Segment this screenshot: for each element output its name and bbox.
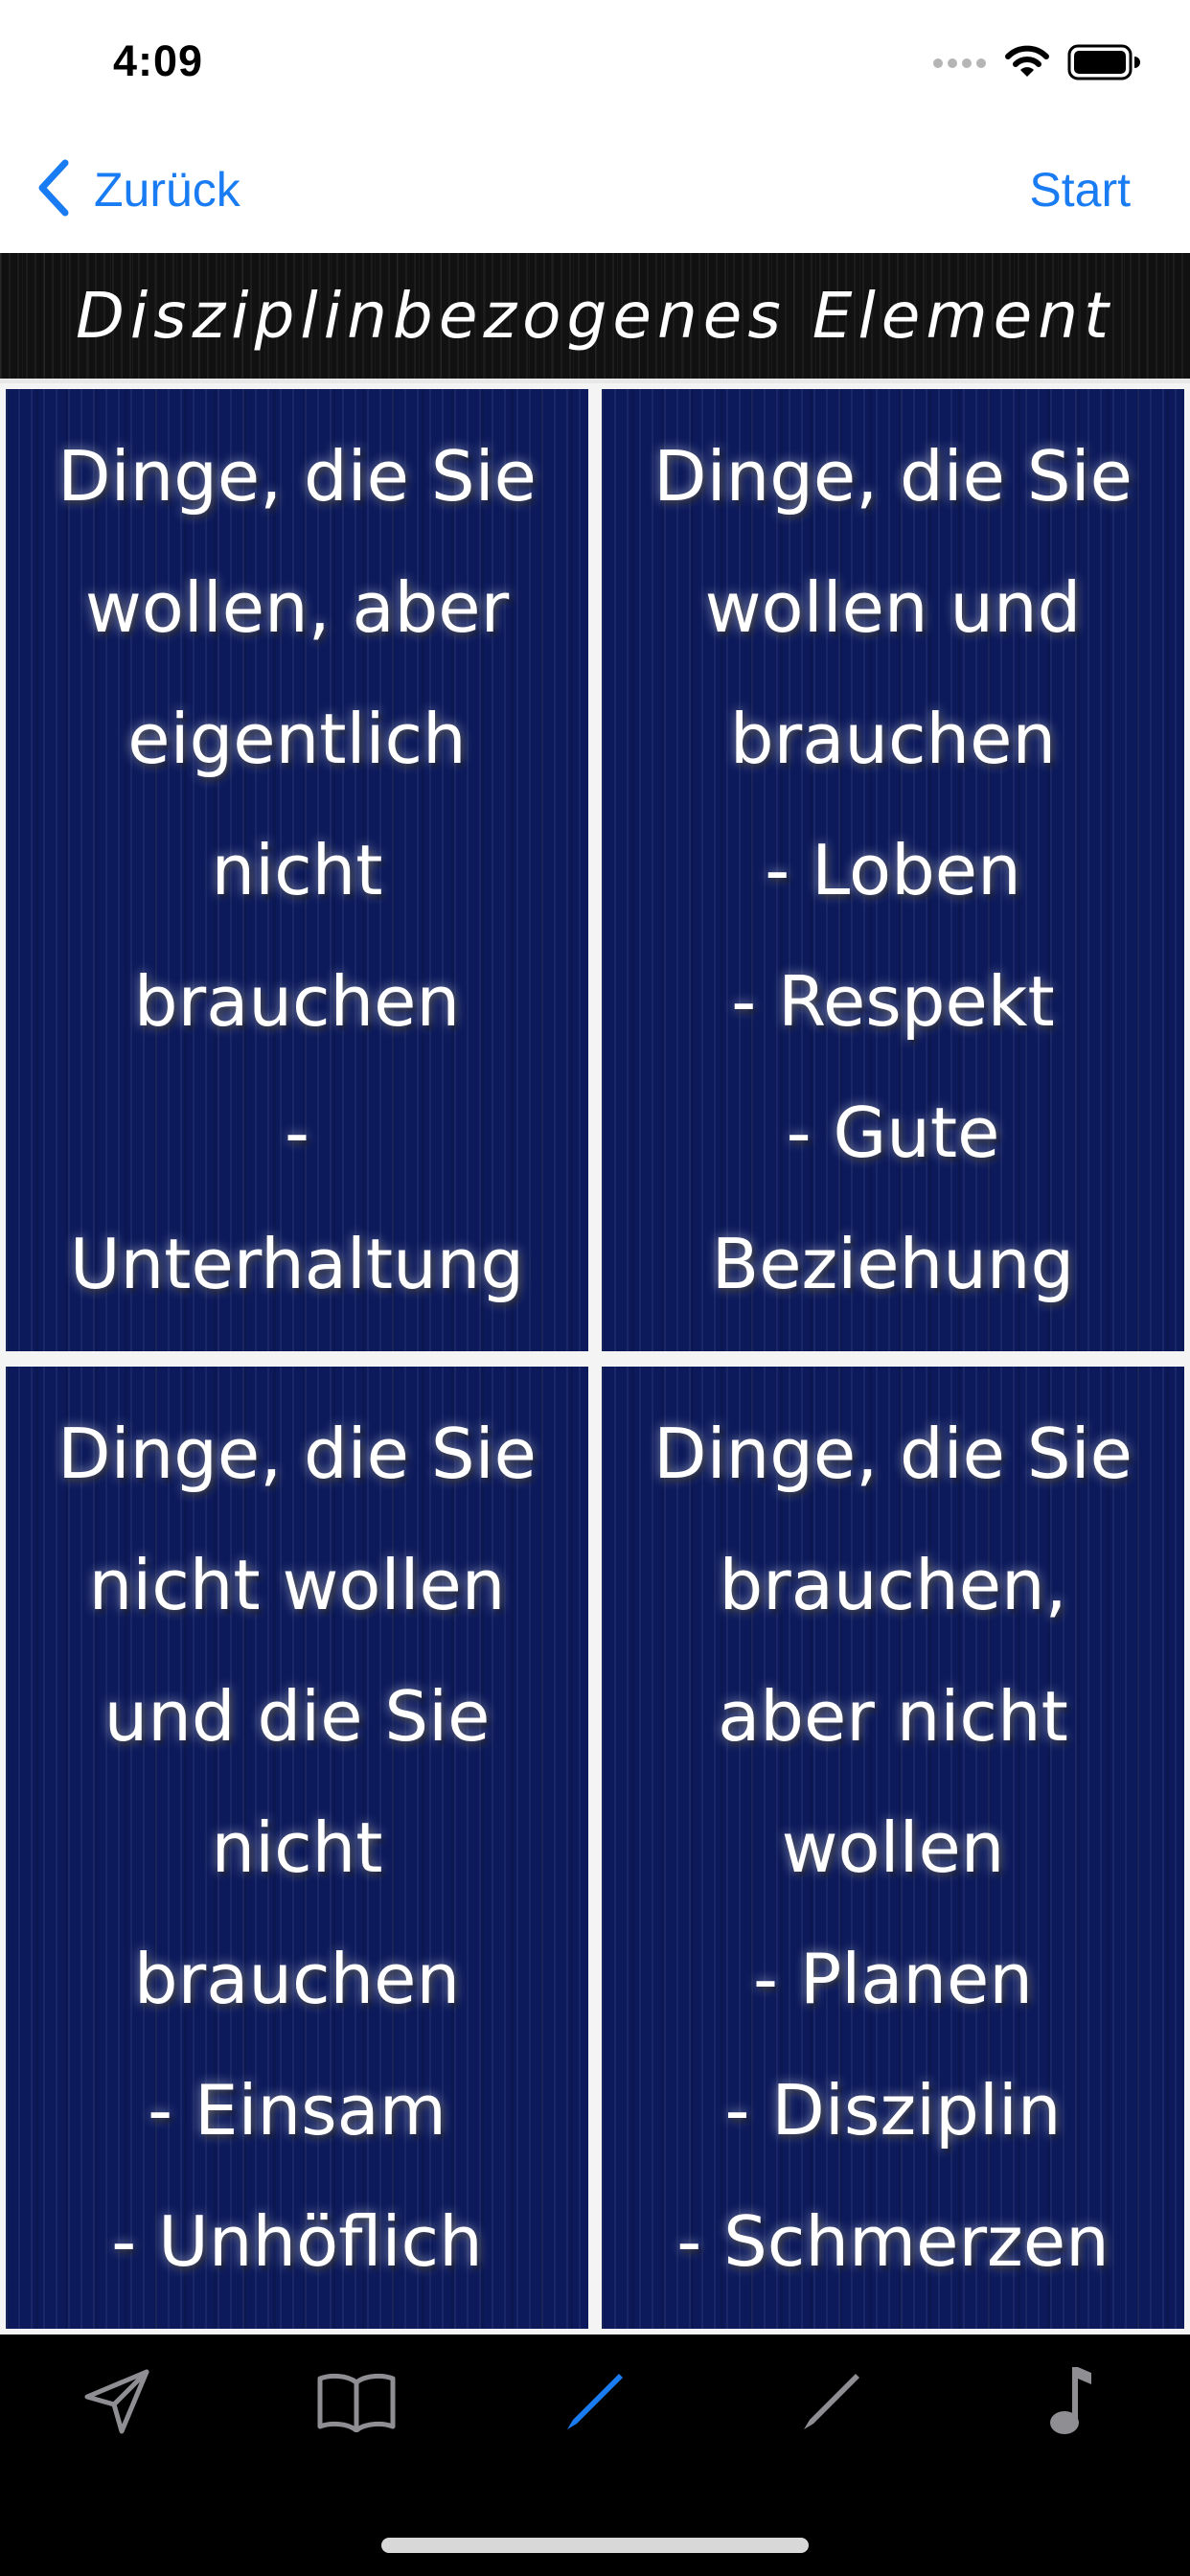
card-text: Dinge, die Sie nicht wollen und die Sie …: [57, 1413, 537, 2282]
navigation-bar: Zurück Start: [0, 126, 1190, 253]
status-icons: [931, 42, 1140, 86]
page-title: Disziplinbezogenes Element: [76, 279, 1114, 353]
status-time: 4:09: [113, 36, 204, 85]
card-want-not-need: Dinge, die Sie wollen, aber eigentlich n…: [6, 389, 588, 1351]
music-note-icon: [1043, 2363, 1095, 2444]
paper-plane-icon: [81, 2366, 152, 2441]
wifi-icon: [1004, 45, 1050, 83]
tab-write[interactable]: [765, 2346, 899, 2461]
cellular-signal-icon: [931, 56, 987, 74]
card-text: Dinge, die Sie brauchen, aber nicht woll…: [653, 1413, 1133, 2282]
tab-write-active[interactable]: [528, 2346, 662, 2461]
card-text: Dinge, die Sie wollen, aber eigentlich n…: [57, 435, 537, 1304]
tab-send[interactable]: [50, 2346, 184, 2461]
card-want-and-need: Dinge, die Sie wollen und brauchen - Lob…: [602, 389, 1184, 1351]
status-bar: 4:09: [0, 0, 1190, 126]
pencil-icon: [561, 2368, 629, 2439]
back-label: Zurück: [94, 163, 240, 217]
title-banner: Disziplinbezogenes Element: [0, 253, 1190, 383]
tab-music[interactable]: [1002, 2346, 1136, 2461]
battery-icon: [1067, 44, 1140, 84]
home-indicator: [381, 2538, 809, 2553]
tab-book[interactable]: [289, 2346, 423, 2461]
chevron-left-icon: [36, 159, 69, 220]
card-not-want-not-need: Dinge, die Sie nicht wollen und die Sie …: [6, 1367, 588, 2329]
quadrant-grid: Dinge, die Sie wollen, aber eigentlich n…: [0, 383, 1190, 2334]
start-button[interactable]: Start: [1029, 155, 1131, 224]
card-need-not-want: Dinge, die Sie brauchen, aber nicht woll…: [602, 1367, 1184, 2329]
pencil-icon: [798, 2368, 865, 2439]
card-text: Dinge, die Sie wollen und brauchen - Lob…: [653, 435, 1133, 1304]
book-icon: [316, 2371, 397, 2436]
back-button[interactable]: Zurück: [36, 155, 240, 224]
